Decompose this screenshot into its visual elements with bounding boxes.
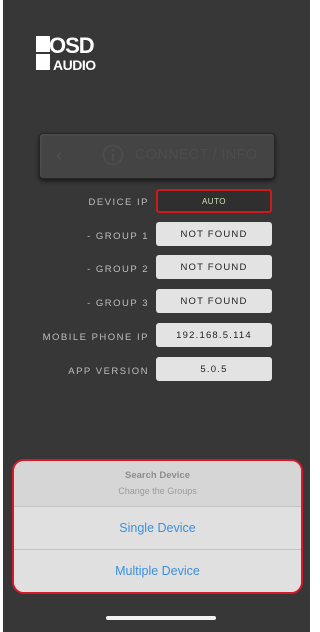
action-sheet-header: Search Device Change the Groups [14, 461, 301, 506]
chevron-left-icon[interactable]: ‹ [56, 145, 62, 166]
action-sheet-title: Search Device [125, 470, 190, 481]
logo-text-osd: OSD [49, 33, 94, 58]
logo-text-audio: AUDIO [53, 57, 96, 73]
status-bar [3, 0, 310, 26]
group-1-label: - GROUP 1 [87, 231, 149, 242]
search-device-action-sheet: Search Device Change the Groups Single D… [12, 459, 303, 594]
group-2-value[interactable]: NOT FOUND [156, 255, 272, 279]
group-3-value[interactable]: NOT FOUND [156, 289, 272, 313]
device-ip-auto-field[interactable]: AUTO [156, 189, 272, 213]
group-3-label: - GROUP 3 [87, 298, 149, 309]
action-sheet-subtitle: Change the Groups [118, 486, 197, 496]
device-ip-label: DEVICE IP [88, 197, 149, 208]
connect-info-title: CONNECT / INFO [135, 147, 258, 163]
app-version-label: APP VERSION [68, 366, 149, 377]
mobile-phone-ip-value: 192.168.5.114 [156, 323, 272, 347]
osd-audio-logo: OSD AUDIO [36, 32, 116, 74]
home-indicator[interactable] [106, 616, 216, 620]
app-version-value: 5.0.5 [156, 357, 272, 381]
multiple-device-button[interactable]: Multiple Device [14, 549, 301, 592]
info-circle-icon [102, 144, 124, 166]
group-1-value[interactable]: NOT FOUND [156, 222, 272, 246]
osd-audio-logo-graphic: OSD AUDIO [36, 33, 97, 73]
app-screen: OSD AUDIO ‹ CONNECT / INFO DEVICE IP AUT… [3, 0, 310, 632]
mobile-phone-ip-label: MOBILE PHONE IP [42, 332, 149, 343]
single-device-button[interactable]: Single Device [14, 506, 301, 549]
group-2-label: - GROUP 2 [87, 264, 149, 275]
connect-info-bar[interactable]: ‹ CONNECT / INFO [39, 133, 275, 179]
